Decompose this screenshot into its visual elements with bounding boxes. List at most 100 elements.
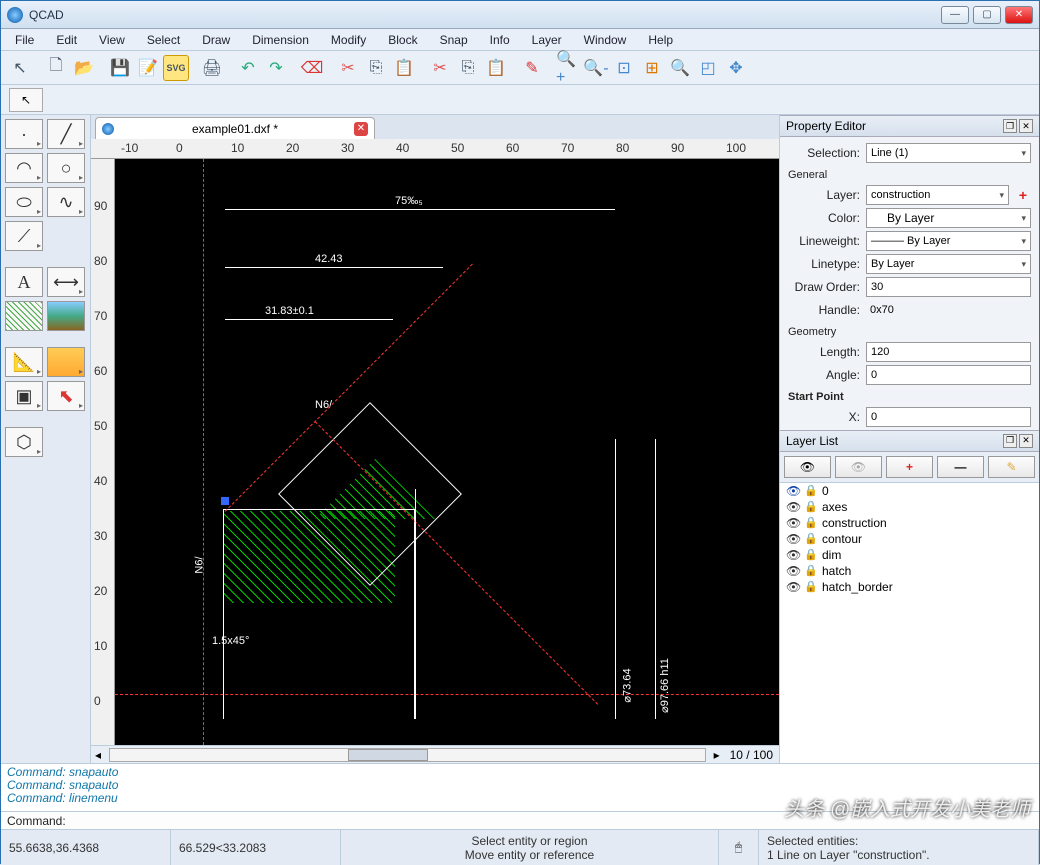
visibility-icon[interactable]: 👁 bbox=[786, 516, 800, 530]
visibility-icon[interactable]: 👁 bbox=[786, 548, 800, 562]
new-icon[interactable]: 🗋 bbox=[43, 55, 69, 81]
ellipse-icon[interactable]: ⬭▸ bbox=[5, 187, 43, 217]
paste2-icon[interactable]: 📋 bbox=[483, 55, 509, 81]
remove-layer-button[interactable]: — bbox=[937, 456, 984, 478]
layer-row[interactable]: 👁🔒contour bbox=[780, 531, 1039, 547]
menu-info[interactable]: Info bbox=[480, 31, 520, 49]
zoomin-icon[interactable]: 🔍+ bbox=[555, 55, 581, 81]
h-scrollbar[interactable]: ◂ ▸ 10 / 100 bbox=[91, 745, 779, 763]
zoomwin-icon[interactable]: ◰ bbox=[695, 55, 721, 81]
visibility-icon[interactable]: 👁 bbox=[786, 580, 800, 594]
menu-view[interactable]: View bbox=[89, 31, 135, 49]
measure-icon[interactable]: 📐▸ bbox=[5, 347, 43, 377]
undock-icon[interactable]: ❐ bbox=[1003, 119, 1017, 133]
menu-window[interactable]: Window bbox=[574, 31, 637, 49]
draworder-input[interactable]: 30 bbox=[866, 277, 1031, 297]
menu-help[interactable]: Help bbox=[638, 31, 683, 49]
lock-icon[interactable]: 🔒 bbox=[804, 516, 818, 529]
edit-layer-button[interactable]: ✎ bbox=[988, 456, 1035, 478]
zoomauto-icon[interactable]: ⊡ bbox=[611, 55, 637, 81]
layer-select[interactable]: construction bbox=[866, 185, 1009, 205]
paste-icon[interactable]: 📋 bbox=[391, 55, 417, 81]
copy-icon[interactable]: ⎘ bbox=[363, 55, 389, 81]
hatch-icon[interactable] bbox=[5, 301, 43, 331]
pointer-tool[interactable]: ↖ bbox=[9, 88, 43, 112]
polyline-icon[interactable]: ⟋▸ bbox=[5, 221, 43, 251]
menu-modify[interactable]: Modify bbox=[321, 31, 376, 49]
select-icon[interactable]: ⬉▸ bbox=[47, 381, 85, 411]
menu-file[interactable]: File bbox=[5, 31, 44, 49]
add-layer-icon[interactable]: + bbox=[1015, 187, 1031, 203]
menu-layer[interactable]: Layer bbox=[522, 31, 572, 49]
menu-draw[interactable]: Draw bbox=[192, 31, 240, 49]
iso-icon[interactable]: ⬡▸ bbox=[5, 427, 43, 457]
maximize-button[interactable]: ▢ bbox=[973, 6, 1001, 24]
pencil-icon[interactable]: ✎ bbox=[519, 55, 545, 81]
selection-select[interactable]: Line (1) bbox=[866, 143, 1031, 163]
visibility-icon[interactable]: 👁 bbox=[786, 500, 800, 514]
block-icon[interactable]: ▣▸ bbox=[5, 381, 43, 411]
cut-icon[interactable]: ✂ bbox=[335, 55, 361, 81]
menu-dimension[interactable]: Dimension bbox=[242, 31, 319, 49]
hide-all-icon[interactable]: 👁 bbox=[835, 456, 882, 478]
minimize-button[interactable]: — bbox=[941, 6, 969, 24]
layer-row[interactable]: 👁🔒dim bbox=[780, 547, 1039, 563]
redo-icon[interactable]: ↷ bbox=[263, 55, 289, 81]
angle-input[interactable]: 0 bbox=[866, 365, 1031, 385]
pointer-icon[interactable]: ↖ bbox=[7, 55, 33, 81]
lock-icon[interactable]: 🔒 bbox=[804, 484, 818, 497]
canvas[interactable]: 75‰₅ 42.43 31.83±0.1 N6/ N6/ 1.5x45° ⌀73… bbox=[115, 159, 779, 745]
show-all-icon[interactable]: 👁 bbox=[784, 456, 831, 478]
undock-icon[interactable]: ❐ bbox=[1003, 434, 1017, 448]
add-layer-button[interactable]: + bbox=[886, 456, 933, 478]
pan-icon[interactable]: ✥ bbox=[723, 55, 749, 81]
lock-icon[interactable]: 🔒 bbox=[804, 548, 818, 561]
close-panel-icon[interactable]: ✕ bbox=[1019, 119, 1033, 133]
open-icon[interactable]: 📂 bbox=[71, 55, 97, 81]
dimension-icon[interactable]: ⟷▸ bbox=[47, 267, 85, 297]
erase-icon[interactable]: ⌫ bbox=[299, 55, 325, 81]
startx-input[interactable]: 0 bbox=[866, 407, 1031, 427]
layer-row[interactable]: 👁🔒hatch bbox=[780, 563, 1039, 579]
lock-icon[interactable]: 🔒 bbox=[804, 532, 818, 545]
menu-select[interactable]: Select bbox=[137, 31, 190, 49]
visibility-icon[interactable]: 👁 bbox=[786, 532, 800, 546]
spline-icon[interactable]: ∿▸ bbox=[47, 187, 85, 217]
menu-edit[interactable]: Edit bbox=[46, 31, 87, 49]
layer-row[interactable]: 👁🔒0 bbox=[780, 483, 1039, 499]
length-input[interactable]: 120 bbox=[866, 342, 1031, 362]
zoomprev-icon[interactable]: 🔍 bbox=[667, 55, 693, 81]
layer-row[interactable]: 👁🔒construction bbox=[780, 515, 1039, 531]
undo-icon[interactable]: ↶ bbox=[235, 55, 261, 81]
save-icon[interactable]: 💾 bbox=[107, 55, 133, 81]
print-icon[interactable]: 🖨 bbox=[199, 55, 225, 81]
layer-row[interactable]: 👁🔒axes bbox=[780, 499, 1039, 515]
lock-icon[interactable]: 🔒 bbox=[804, 564, 818, 577]
image-icon[interactable] bbox=[47, 301, 85, 331]
ruler-icon[interactable]: ▸ bbox=[47, 347, 85, 377]
color-select[interactable]: By Layer bbox=[866, 208, 1031, 228]
zoomsel-icon[interactable]: ⊞ bbox=[639, 55, 665, 81]
close-button[interactable]: ✕ bbox=[1005, 6, 1033, 24]
copy2-icon[interactable]: ⎘ bbox=[455, 55, 481, 81]
line-icon[interactable]: ╱▸ bbox=[47, 119, 85, 149]
zoomout-icon[interactable]: 🔍- bbox=[583, 55, 609, 81]
layer-row[interactable]: 👁🔒hatch_border bbox=[780, 579, 1039, 595]
svg-icon[interactable]: SVG bbox=[163, 55, 189, 81]
circle-icon[interactable]: ○▸ bbox=[47, 153, 85, 183]
close-panel-icon[interactable]: ✕ bbox=[1019, 434, 1033, 448]
file-tab[interactable]: example01.dxf * ✕ bbox=[95, 117, 375, 139]
saveas-icon[interactable]: 📝 bbox=[135, 55, 161, 81]
lock-icon[interactable]: 🔒 bbox=[804, 580, 818, 593]
arc-icon[interactable]: ◠▸ bbox=[5, 153, 43, 183]
close-tab-icon[interactable]: ✕ bbox=[354, 122, 368, 136]
point-icon[interactable]: ·▸ bbox=[5, 119, 43, 149]
cut2-icon[interactable]: ✂ bbox=[427, 55, 453, 81]
menu-snap[interactable]: Snap bbox=[430, 31, 478, 49]
lineweight-select[interactable]: ——— By Layer bbox=[866, 231, 1031, 251]
lock-icon[interactable]: 🔒 bbox=[804, 500, 818, 513]
visibility-icon[interactable]: 👁 bbox=[786, 484, 800, 498]
visibility-icon[interactable]: 👁 bbox=[786, 564, 800, 578]
text-icon[interactable]: A bbox=[5, 267, 43, 297]
linetype-select[interactable]: By Layer bbox=[866, 254, 1031, 274]
